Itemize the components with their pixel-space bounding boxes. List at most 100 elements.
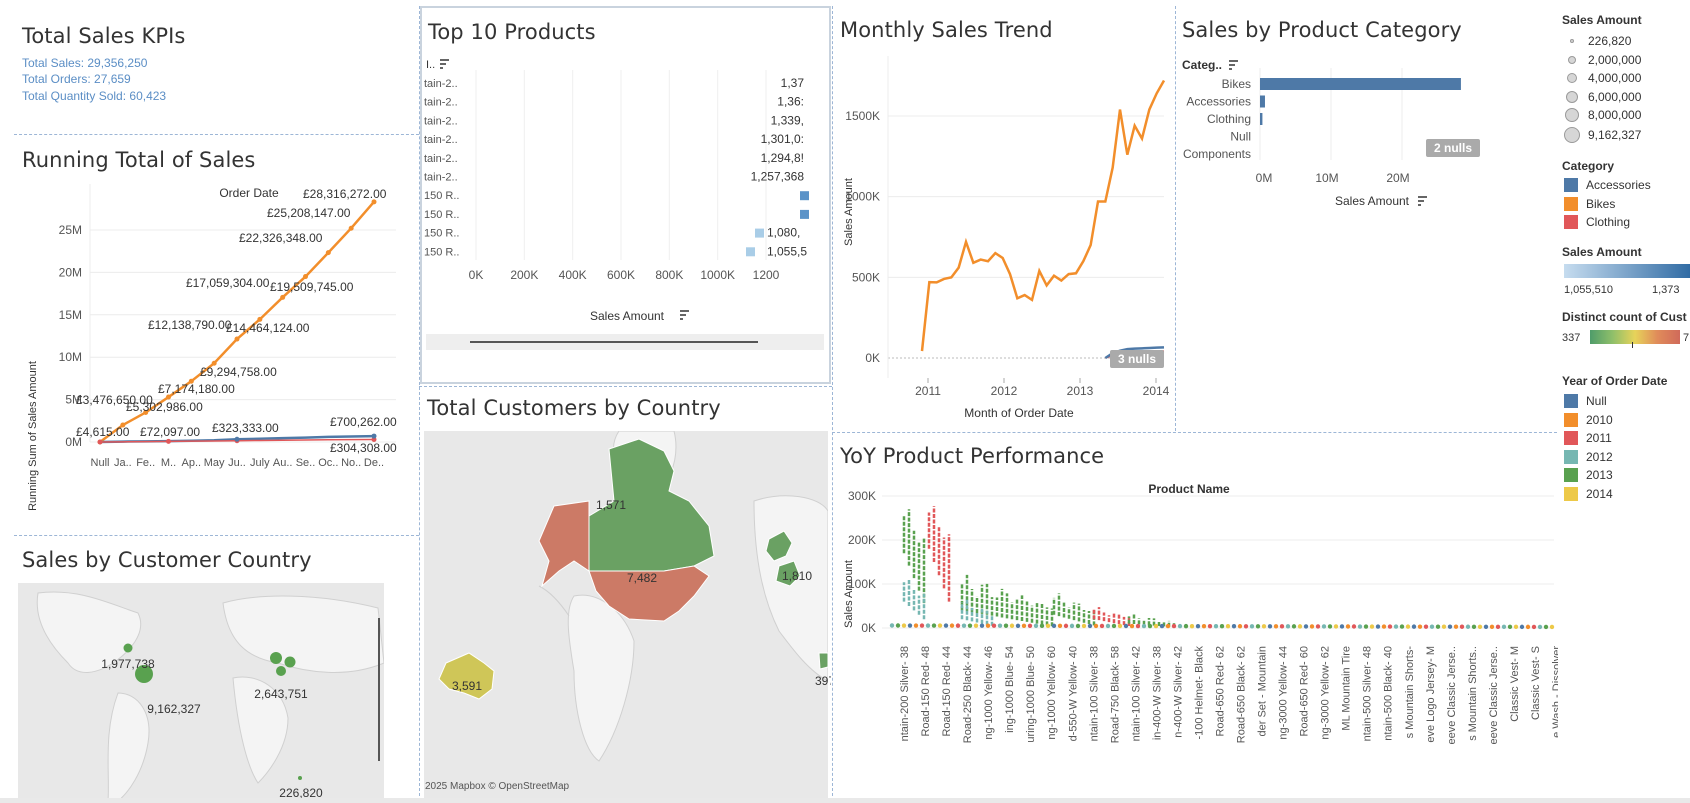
top10-row-label[interactable]: tain-2..	[424, 115, 458, 127]
sort-icon[interactable]	[440, 59, 449, 69]
running-total-panel[interactable]: Running Total of Sales Order Date Runnin…	[14, 136, 418, 532]
yoy-product-label[interactable]: ng-3000 Yellow- 62	[1320, 646, 1332, 740]
yoy-point[interactable]	[1027, 623, 1033, 628]
year-legend-item[interactable]: 2010	[1564, 412, 1613, 427]
monthly-trend-panel[interactable]: Monthly Sales Trend Sales Amount Month o…	[834, 8, 1174, 428]
running-point[interactable]	[348, 225, 354, 231]
category-bar[interactable]	[1260, 95, 1265, 108]
yoy-product-label[interactable]: in-400-W Silver- 38	[1151, 646, 1163, 740]
yoy-point[interactable]	[1519, 624, 1525, 630]
yoy-product-label[interactable]: Road-250 Black- 44	[962, 646, 974, 743]
yoy-point[interactable]	[1411, 624, 1417, 629]
top10-row-label[interactable]: tain-2..	[424, 172, 458, 184]
yoy-product-label[interactable]: n-400-W Silver- 42	[1172, 646, 1184, 738]
yoy-point[interactable]	[1267, 624, 1273, 629]
category-sort-icon[interactable]	[1229, 60, 1238, 70]
top10-row-label[interactable]: 150 R..	[424, 228, 459, 240]
yoy-point[interactable]	[1039, 623, 1045, 629]
yoy-point[interactable]	[1357, 624, 1363, 629]
yoy-point[interactable]	[1219, 624, 1225, 629]
yoy-product-label[interactable]: s Mountain Shorts-	[1404, 646, 1416, 739]
yoy-point[interactable]	[1417, 624, 1423, 629]
category-legend-item[interactable]: Accessories	[1564, 178, 1651, 192]
yoy-point[interactable]	[1057, 623, 1063, 629]
category-row-label[interactable]: Components	[1183, 147, 1251, 161]
top10-panel[interactable]: Top 10 Products I.. tain-2.. 1,37 tain-2..…	[420, 6, 831, 384]
sales-dot-germany[interactable]	[284, 656, 296, 668]
yoy-product-label[interactable]: e Wash - Dissolver	[1551, 646, 1558, 738]
yoy-point[interactable]	[1375, 624, 1381, 629]
yoy-point[interactable]	[1489, 624, 1495, 630]
yoy-point[interactable]	[907, 623, 913, 628]
sales-dot-canada[interactable]	[123, 643, 133, 653]
yoy-point[interactable]	[1123, 623, 1129, 629]
sales-dot-uk[interactable]	[270, 652, 282, 664]
yoy-point[interactable]	[1507, 624, 1513, 630]
yoy-point[interactable]	[1189, 623, 1195, 629]
yoy-point[interactable]	[1321, 624, 1327, 629]
year-legend-item[interactable]: 2011	[1564, 431, 1612, 446]
yoy-product-label[interactable]: ng-3000 Yellow- 44	[1278, 646, 1290, 740]
yoy-product-label[interactable]: Classic Vest- M	[1509, 646, 1521, 722]
yoy-panel[interactable]: YoY Product Performance Product Name Sal…	[834, 434, 1558, 801]
top10-bar[interactable]	[746, 247, 755, 257]
customers-panel[interactable]: Total Customers by Country 1,571 7,482 1…	[421, 388, 831, 801]
yoy-point[interactable]	[1129, 623, 1135, 629]
category-bar[interactable]	[1260, 78, 1461, 90]
top10-row-label[interactable]: 150 R..	[424, 190, 459, 202]
yoy-point[interactable]	[1063, 623, 1069, 629]
yoy-point[interactable]	[1399, 624, 1405, 629]
yoy-point[interactable]	[1237, 624, 1243, 629]
yoy-point[interactable]	[1153, 623, 1159, 629]
yoy-point[interactable]	[1435, 624, 1441, 629]
yoy-point[interactable]	[1525, 624, 1531, 630]
yoy-point[interactable]	[1387, 624, 1393, 629]
yoy-point[interactable]	[943, 623, 949, 628]
yoy-point[interactable]	[1099, 623, 1105, 629]
yoy-point[interactable]	[1081, 623, 1087, 629]
category-legend-item[interactable]: Clothing	[1564, 215, 1630, 230]
yoy-point[interactable]	[1021, 623, 1027, 628]
top10-row-label[interactable]: tain-2..	[424, 78, 458, 90]
yoy-point[interactable]	[1537, 624, 1543, 630]
bottom-scrollbar[interactable]	[0, 798, 1690, 803]
yoy-point[interactable]	[1471, 624, 1477, 629]
yoy-point[interactable]	[1117, 623, 1123, 629]
yoy-point[interactable]	[1051, 623, 1057, 629]
yoy-point[interactable]	[1501, 624, 1507, 630]
year-legend-item[interactable]: Null	[1564, 394, 1607, 408]
yoy-product-label[interactable]: Road-150 Red- 44	[941, 646, 953, 737]
yoy-point[interactable]	[1159, 623, 1165, 629]
yoy-point[interactable]	[1393, 624, 1399, 629]
yoy-point[interactable]	[1453, 624, 1459, 629]
size-legend-item[interactable]: 2,000,000	[1564, 53, 1641, 67]
yoy-point[interactable]	[1363, 624, 1369, 629]
yoy-point[interactable]	[1033, 623, 1039, 629]
yoy-point[interactable]	[913, 623, 919, 628]
yoy-product-label[interactable]: s Mountain Shorts..	[1467, 646, 1479, 741]
yoy-product-label[interactable]: der Set - Mountain	[1257, 646, 1269, 737]
yoy-point[interactable]	[1015, 623, 1021, 628]
yoy-point[interactable]	[895, 623, 901, 628]
size-legend-item[interactable]: 6,000,000	[1564, 90, 1641, 104]
yoy-point[interactable]	[1225, 624, 1231, 629]
yoy-point[interactable]	[1315, 624, 1321, 629]
yoy-point[interactable]	[967, 623, 973, 628]
running-point[interactable]	[166, 438, 171, 444]
yoy-point[interactable]	[1477, 624, 1483, 629]
yoy-point[interactable]	[1111, 623, 1117, 629]
top10-row-label[interactable]: 150 R..	[424, 209, 459, 221]
running-point[interactable]	[234, 336, 240, 342]
yoy-product-label[interactable]: ing-1000 Blue- 54	[1004, 646, 1016, 733]
yoy-point[interactable]	[991, 623, 997, 628]
yoy-point[interactable]	[997, 623, 1003, 628]
running-point[interactable]	[97, 439, 103, 445]
yoy-point[interactable]	[931, 623, 937, 628]
running-point[interactable]	[371, 433, 377, 439]
category-panel[interactable]: Sales by Product Category Categ.. Bikes A…	[1177, 8, 1557, 428]
yoy-product-label[interactable]: ng-1000 Yellow- 46	[983, 646, 995, 740]
running-point[interactable]	[280, 294, 286, 300]
yoy-point[interactable]	[1177, 623, 1183, 629]
yoy-product-label[interactable]: Road-650 Black- 62	[1236, 646, 1248, 743]
yoy-point[interactable]	[1465, 624, 1471, 629]
